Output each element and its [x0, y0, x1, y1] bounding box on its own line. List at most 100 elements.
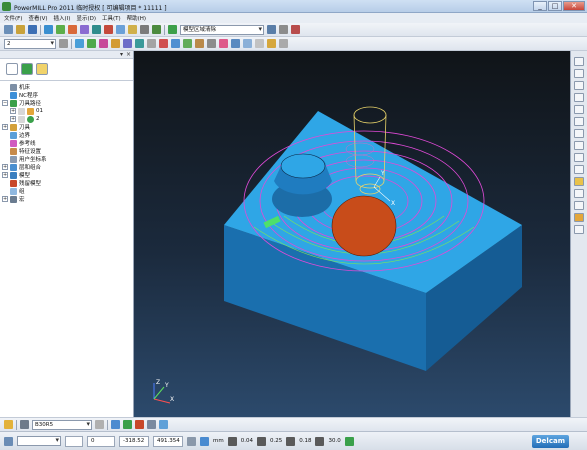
leads-links-icon[interactable] — [104, 25, 113, 34]
tree-item-levels[interactable]: + 层和组合 — [2, 163, 131, 171]
shade-icon[interactable] — [123, 39, 132, 48]
view-iso-icon[interactable] — [75, 39, 84, 48]
cursor-icon[interactable] — [255, 39, 264, 48]
collapse-icon[interactable]: − — [2, 100, 8, 106]
wireframe-icon[interactable] — [135, 39, 144, 48]
strategy-combo[interactable]: 模型区域清除 — [180, 24, 264, 35]
explorer-tab-icon[interactable] — [6, 63, 18, 75]
block-icon[interactable] — [56, 25, 65, 34]
view-iso4-icon[interactable] — [574, 93, 584, 102]
view-front-icon[interactable] — [99, 39, 108, 48]
workplane-combo[interactable] — [17, 436, 61, 446]
tree-item-macros[interactable]: + 宏 — [2, 195, 131, 203]
rotate-icon[interactable] — [574, 141, 584, 150]
open-icon[interactable] — [16, 25, 25, 34]
start-end-icon[interactable] — [116, 25, 125, 34]
tool-icon[interactable] — [4, 420, 13, 429]
toolpath-combo[interactable]: 2 — [4, 38, 56, 49]
zoom-icon[interactable] — [147, 39, 156, 48]
grid-icon[interactable] — [231, 39, 240, 48]
view-iso1-icon[interactable] — [574, 57, 584, 66]
close-panel-icon[interactable]: × — [126, 51, 131, 58]
tool-delete-icon[interactable] — [135, 420, 144, 429]
measure-icon[interactable] — [207, 39, 216, 48]
tree-item-groups[interactable]: 组 — [2, 187, 131, 195]
view-fit-icon[interactable] — [171, 39, 180, 48]
verify-icon[interactable] — [140, 25, 149, 34]
lights-icon[interactable] — [243, 39, 252, 48]
activate-icon[interactable] — [59, 39, 68, 48]
stock-icon[interactable] — [574, 213, 584, 222]
workplane-icon[interactable] — [4, 436, 13, 446]
expand-icon[interactable]: + — [2, 172, 8, 178]
graphics-viewport[interactable]: X Y Z Y X — [134, 51, 570, 417]
toolpath-tab-icon[interactable] — [21, 63, 33, 75]
checkbox-icon[interactable] — [18, 107, 25, 115]
zoom-box-icon[interactable] — [574, 129, 584, 138]
snap-icon[interactable] — [200, 436, 209, 446]
menu-tools[interactable]: 工具(T) — [102, 14, 121, 22]
tool-edit-icon[interactable] — [159, 420, 168, 429]
view-top-icon[interactable] — [87, 39, 96, 48]
tree-item-models[interactable]: + 模型 — [2, 171, 131, 179]
save-icon[interactable] — [28, 25, 37, 34]
delete-icon[interactable] — [291, 25, 300, 34]
pin-icon[interactable]: ▾ — [120, 51, 123, 58]
tree-item-machine[interactable]: 机床 — [2, 83, 131, 91]
tree-item-stock-models[interactable]: 残留模型 — [2, 179, 131, 187]
menu-file[interactable]: 文件(F) — [4, 14, 22, 22]
feedrate-icon[interactable] — [92, 25, 101, 34]
y-field[interactable]: -318.52 — [119, 435, 149, 447]
zoom-out-icon[interactable] — [574, 117, 584, 126]
menu-insert[interactable]: 插入(I) — [54, 14, 71, 22]
expand-icon[interactable]: + — [10, 116, 16, 122]
cursor-icon[interactable] — [574, 201, 584, 210]
view-side-icon[interactable] — [111, 39, 120, 48]
checkbox-icon[interactable] — [18, 115, 25, 123]
new-icon[interactable] — [4, 25, 13, 34]
menu-display[interactable]: 显示(D) — [76, 14, 96, 22]
calculate-icon[interactable] — [267, 25, 276, 34]
tree-item-toolpaths[interactable]: − 刀具路径 — [2, 99, 131, 107]
tool-settings-icon[interactable] — [147, 420, 156, 429]
tool-shade-icon[interactable] — [574, 177, 584, 186]
tool-database-icon[interactable] — [123, 420, 132, 429]
menu-view[interactable]: 查看(V) — [28, 14, 47, 22]
view-iso2-icon[interactable] — [574, 69, 584, 78]
close-button[interactable]: ✕ — [563, 1, 585, 11]
wireframe-icon[interactable] — [574, 165, 584, 174]
expand-icon[interactable]: + — [2, 164, 8, 170]
tree-item-toolpath-01[interactable]: +01 — [2, 107, 131, 115]
tree-item-boundaries[interactable]: 边界 — [2, 131, 131, 139]
view-iso3-icon[interactable] — [574, 81, 584, 90]
settings-tab-icon[interactable] — [36, 63, 48, 75]
tree-item-toolpath-2[interactable]: +2 — [2, 115, 131, 123]
z-field[interactable]: 491.354 — [153, 435, 183, 447]
rapid-move-icon[interactable] — [68, 25, 77, 34]
tree-item-tools[interactable]: + 刀具 — [2, 123, 131, 131]
shaded-icon[interactable] — [574, 153, 584, 162]
options-icon[interactable] — [279, 39, 288, 48]
model-icon[interactable] — [195, 39, 204, 48]
check-icon[interactable] — [344, 436, 354, 446]
nc-program-icon[interactable] — [152, 25, 161, 34]
calculator-icon[interactable] — [44, 25, 53, 34]
expand-icon[interactable]: + — [10, 108, 16, 114]
tree-item-patterns[interactable]: 参考线 — [2, 139, 131, 147]
toolpath-strategy-icon[interactable] — [128, 25, 137, 34]
refresh-icon[interactable] — [159, 39, 168, 48]
menu-help[interactable]: 帮助(H) — [127, 14, 146, 22]
expand-icon[interactable]: + — [2, 196, 8, 202]
layer-icon[interactable] — [183, 39, 192, 48]
tool-display-icon[interactable] — [267, 39, 276, 48]
tree-item-workplanes[interactable]: 用户坐标系 — [2, 155, 131, 163]
tool-combo[interactable]: B30R5 — [32, 419, 92, 430]
tool-icon[interactable] — [80, 25, 89, 34]
section-icon[interactable] — [219, 39, 228, 48]
zoom-in-icon[interactable] — [574, 105, 584, 114]
tool-activate-icon[interactable] — [95, 420, 104, 429]
x-field[interactable]: 0 — [87, 435, 115, 447]
gauge-icon[interactable] — [574, 189, 584, 198]
material-icon[interactable] — [574, 225, 584, 234]
coordinate-icon[interactable] — [187, 436, 196, 446]
